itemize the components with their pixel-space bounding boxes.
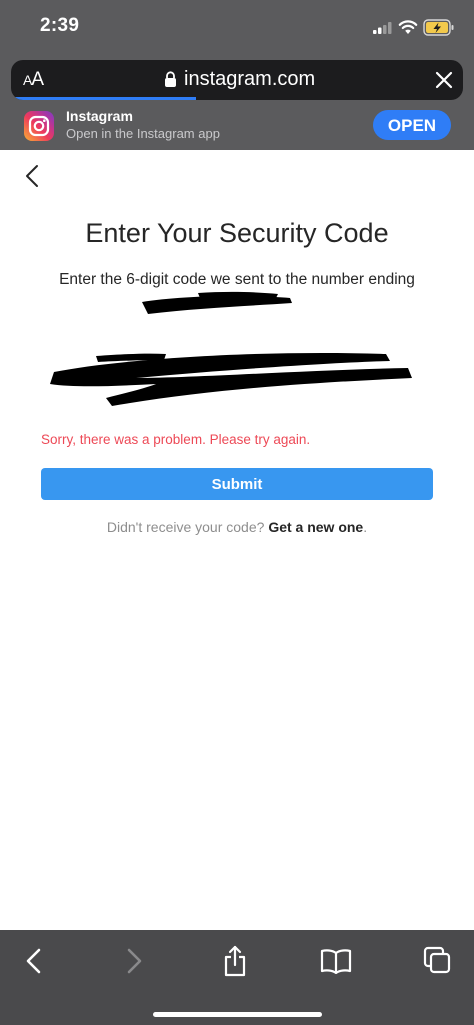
app-smart-banner: Instagram Open in the Instagram app OPEN [0, 100, 474, 150]
code-input-redaction[interactable] [46, 348, 416, 410]
share-icon[interactable] [222, 944, 248, 978]
phone-number-redaction [142, 291, 292, 314]
text-size-button[interactable]: AA [23, 69, 44, 91]
page-title: Enter Your Security Code [85, 218, 389, 248]
instagram-glyph-icon [28, 115, 50, 137]
lock-icon [165, 71, 176, 87]
resend-suffix: . [363, 519, 368, 535]
error-message: Sorry, there was a problem. Please try a… [41, 432, 311, 447]
wifi-icon [398, 20, 418, 34]
cellular-signal-icon [373, 22, 392, 34]
browser-top-chrome: 2:39 AA instagram.com Instagram Open in … [0, 0, 474, 150]
back-chevron-icon[interactable] [22, 164, 42, 188]
get-new-code-link[interactable]: Get a new one [268, 519, 363, 535]
home-indicator [153, 1012, 322, 1017]
url-text[interactable]: instagram.com [184, 68, 315, 91]
resend-prompt: Didn't receive your code? [106, 519, 265, 535]
battery-charging-icon [423, 19, 454, 36]
submit-button[interactable]: Submit [41, 468, 433, 500]
banner-app-name: Instagram [66, 108, 133, 124]
tabs-icon[interactable] [422, 945, 452, 975]
browser-bottom-toolbar [0, 930, 474, 1025]
resend-code-row: Didn't receive your code? Get a new one. [0, 519, 474, 535]
back-arrow-icon[interactable] [22, 946, 46, 976]
status-time: 2:39 [40, 15, 80, 36]
forward-arrow-icon[interactable] [122, 946, 146, 976]
instagram-app-icon [24, 111, 54, 141]
banner-subtitle: Open in the Instagram app [66, 126, 220, 141]
open-in-app-button[interactable]: OPEN [373, 110, 451, 140]
instruction-text: Enter the 6-digit code we sent to the nu… [59, 271, 415, 288]
bookmarks-icon[interactable] [320, 948, 352, 974]
close-icon[interactable] [434, 70, 454, 90]
address-bar[interactable]: AA instagram.com [11, 60, 463, 100]
